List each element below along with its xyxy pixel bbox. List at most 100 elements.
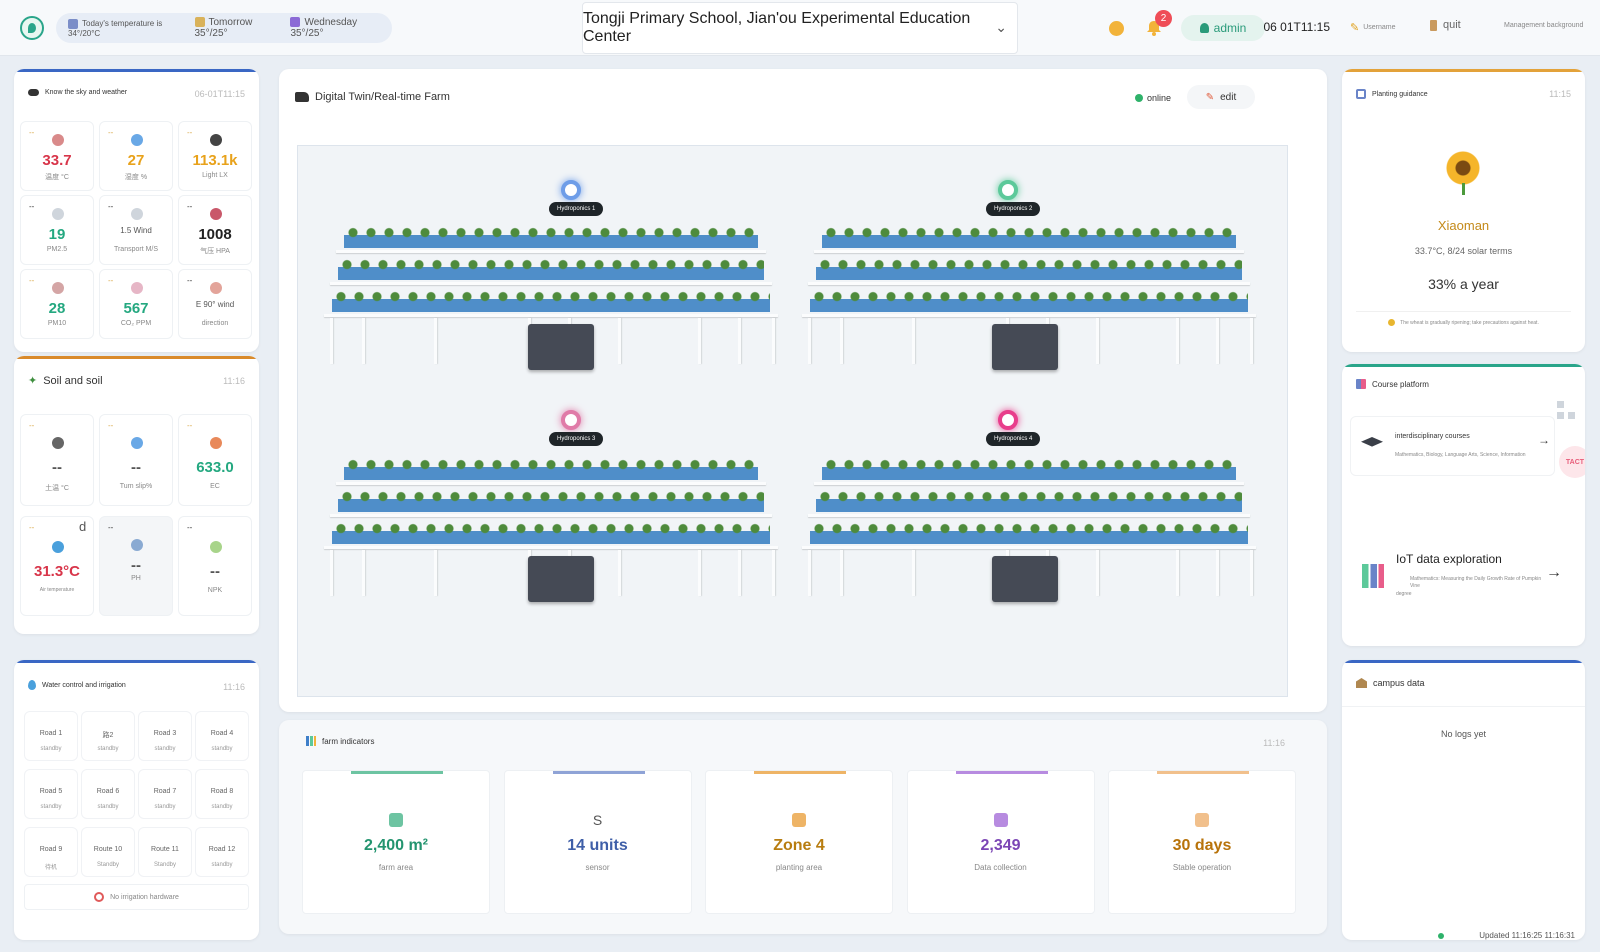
- hydroponic-rack-4[interactable]: [796, 458, 1262, 663]
- indicator-card: 30 days Stable operation: [1108, 770, 1296, 914]
- quit-button[interactable]: quit: [1430, 19, 1461, 31]
- irrigation-road-8[interactable]: Road 8 standby: [195, 769, 249, 819]
- road-status: Standby: [153, 862, 177, 868]
- irrigation-road-1[interactable]: Road 1 standby: [24, 711, 78, 761]
- gauge-icon: [210, 208, 222, 220]
- user-menu[interactable]: admin: [1181, 15, 1265, 41]
- shelf: [336, 482, 766, 485]
- status-dot-icon: [1134, 94, 1143, 102]
- indicator-label: Stable operation: [1172, 863, 1232, 872]
- weather-tomorrow: Tomorrow 35°/25°: [194, 17, 253, 39]
- empty-state: No logs yet: [1440, 729, 1487, 739]
- road-name: Road 7: [153, 788, 177, 795]
- soil-panel: ✦ Soil and soil 11:16 -- -- 土温 °C -- -- Tum s…: [14, 356, 259, 634]
- road-status: standby: [40, 746, 62, 752]
- farm-3d-scene[interactable]: Hydroponics 1 Hydroponics 2 Hydroponics 3 H…: [297, 145, 1288, 697]
- rack-leg: [772, 550, 775, 596]
- hydroponic-rack-1[interactable]: [318, 226, 784, 431]
- leaf-icon: [131, 282, 143, 294]
- rack-leg: [362, 318, 365, 364]
- sensor-marker-2[interactable]: [998, 180, 1018, 200]
- panel-title: farm indicators: [306, 736, 374, 746]
- pencil-icon: ✎: [1205, 91, 1215, 103]
- road-status: standby: [97, 746, 119, 752]
- indicator-card: Zone 4 planting area: [705, 770, 893, 914]
- hydroponics-label: Hydroponics 2: [986, 202, 1041, 216]
- shelf: [808, 282, 1250, 285]
- rack-leg: [618, 318, 621, 364]
- tile-air-temperature: -- d 31.3°C Air temperature: [20, 516, 94, 616]
- indicator-label: planting area: [775, 863, 823, 872]
- irrigation-road-9[interactable]: Road 9 待机: [24, 827, 78, 877]
- rack-leg: [330, 318, 333, 364]
- plant-row: [810, 290, 1248, 312]
- header-divider: [1342, 706, 1585, 707]
- chevron-down-icon: ⌄: [995, 19, 1007, 35]
- water-tank[interactable]: [992, 556, 1058, 602]
- management-link[interactable]: Management background: [1504, 22, 1583, 29]
- irrigation-road-6[interactable]: Road 6 standby: [81, 769, 135, 819]
- indicator-value: 14 units: [567, 837, 628, 854]
- rack-leg: [618, 550, 621, 596]
- road-name: Route 10: [93, 846, 123, 853]
- droplet-icon: [131, 437, 143, 449]
- edit-button[interactable]: ✎ edit: [1187, 85, 1255, 109]
- plant-row: [344, 458, 758, 480]
- irrigation-road-7[interactable]: Road 7 standby: [138, 769, 192, 819]
- arrow-right-icon: →: [1546, 564, 1562, 581]
- hydroponic-rack-3[interactable]: [318, 458, 784, 663]
- bar-chart-icon: [131, 539, 143, 551]
- sensor-marker-1[interactable]: [561, 180, 581, 200]
- d-mark: d: [79, 519, 87, 534]
- tile-soil-temperature: -- -- 土温 °C: [20, 414, 94, 506]
- tact-chip[interactable]: TACT: [1559, 446, 1585, 478]
- hydroponics-label: Hydroponics 4: [986, 432, 1041, 446]
- droplet-icon: [28, 680, 36, 690]
- irrigation-road-2[interactable]: 路2 standby: [81, 711, 135, 761]
- irrigation-road-4[interactable]: Road 4 standby: [195, 711, 249, 761]
- panel-time: 06-01T11:15: [194, 89, 245, 99]
- rack-leg: [1250, 318, 1253, 364]
- irrigation-road-5[interactable]: Road 5 standby: [24, 769, 78, 819]
- no-irrigation-notice: No irrigation hardware: [24, 884, 249, 910]
- weather-forecast-strip: Today's temperature is 34°/20°C Tomorrow…: [56, 13, 392, 43]
- tile-co2: -- 567 CO₂ PPM: [99, 269, 173, 339]
- water-tank[interactable]: [528, 324, 594, 370]
- tile-wind-speed: -- 1.5 Wind Transport M/S: [99, 195, 173, 265]
- app-logo-icon[interactable]: [20, 16, 44, 40]
- irrigation-road-11[interactable]: Route 11 Standby: [138, 827, 192, 877]
- shelf: [802, 314, 1256, 317]
- water-tank[interactable]: [992, 324, 1058, 370]
- panel-accent-bar: [1342, 69, 1585, 72]
- sensor-marker-3[interactable]: [561, 410, 581, 430]
- particle-icon: [52, 282, 64, 294]
- panel-accent-bar: [1342, 364, 1585, 367]
- panel-time: 11:16: [223, 682, 245, 692]
- account-link[interactable]: ✎ Username: [1350, 21, 1396, 34]
- course-card-interdisciplinary[interactable]: interdisciplinary courses Mathematics, B…: [1350, 416, 1555, 476]
- school-select[interactable]: Tongji Primary School, Jian'ou Experimen…: [582, 2, 1018, 54]
- course-card-iot[interactable]: IoT data exploration Mathematics: Measur…: [1350, 542, 1576, 618]
- grid-add-icon[interactable]: [1557, 401, 1575, 419]
- sensor-marker-4[interactable]: [998, 410, 1018, 430]
- online-status: online: [1134, 93, 1171, 103]
- water-tank[interactable]: [528, 556, 594, 602]
- indicator-accent: [754, 771, 846, 774]
- tile-light: -- 113.1k Light LX: [178, 121, 252, 191]
- tile-soil-moisture: -- -- Tum slip%: [99, 414, 173, 506]
- plant-row: [338, 258, 764, 280]
- irrigation-road-10[interactable]: Route 10 Standby: [81, 827, 135, 877]
- indicator-accent: [351, 771, 443, 774]
- theme-toggle-icon[interactable]: [1109, 21, 1124, 36]
- rack-leg: [434, 318, 437, 364]
- irrigation-road-3[interactable]: Road 3 standby: [138, 711, 192, 761]
- hydroponic-rack-2[interactable]: [796, 226, 1262, 431]
- school-name: Tongji Primary School, Jian'ou Experimen…: [583, 10, 971, 45]
- rack-leg: [738, 550, 741, 596]
- plant-row: [822, 226, 1236, 248]
- panel-title: Course platform: [1356, 379, 1429, 389]
- cloud-icon: [52, 541, 64, 553]
- irrigation-road-12[interactable]: Road 12 standby: [195, 827, 249, 877]
- sun-cloud-icon: [194, 17, 205, 28]
- notification-badge: 2: [1155, 10, 1172, 27]
